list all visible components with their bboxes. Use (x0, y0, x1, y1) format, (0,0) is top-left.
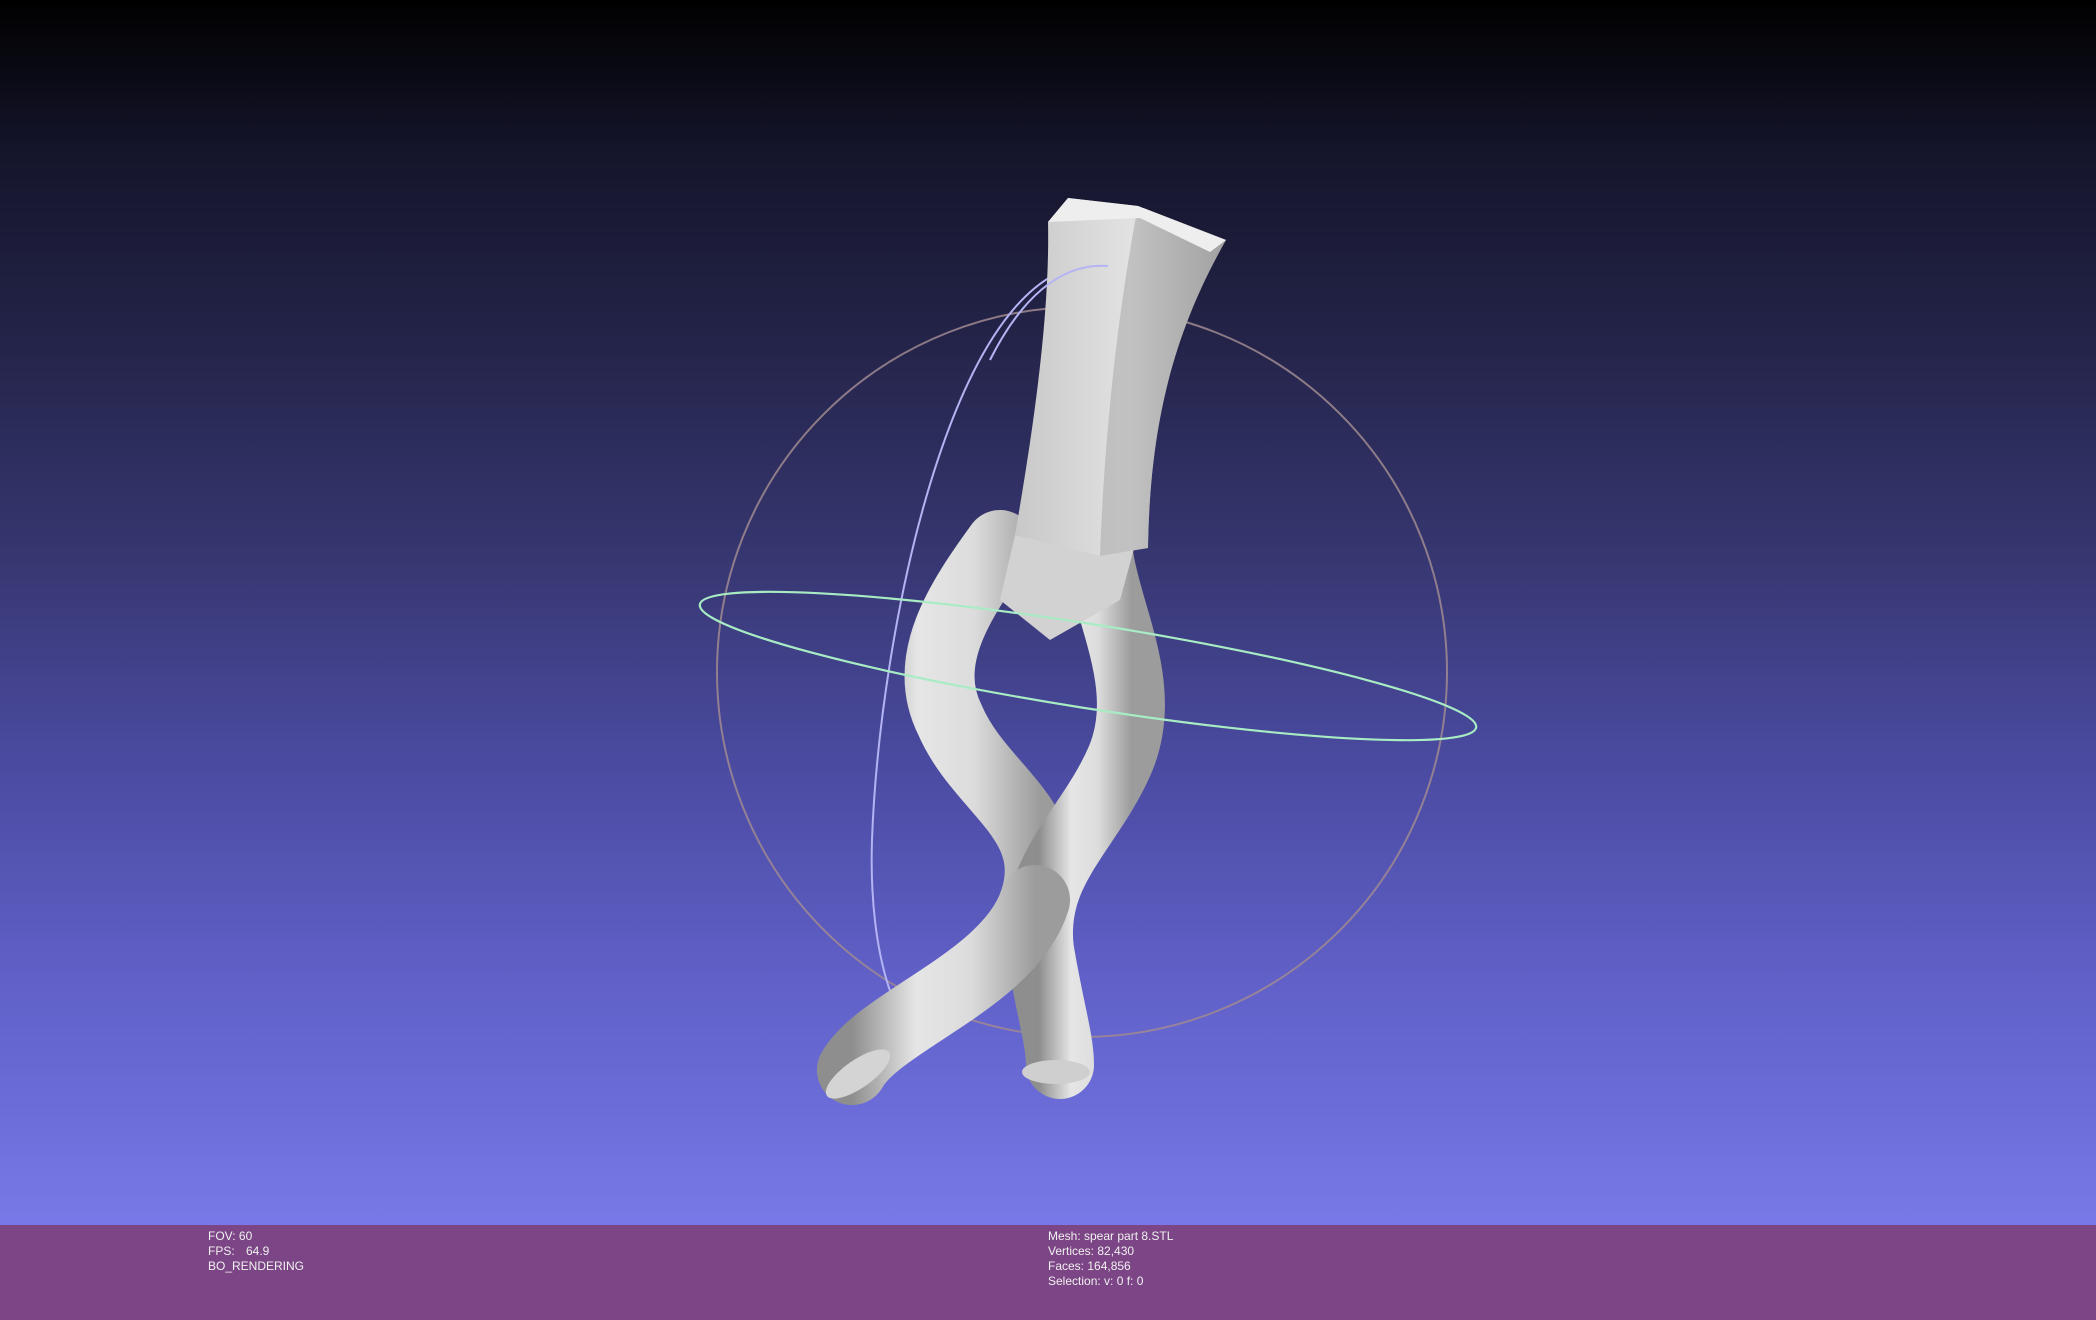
vertex-count: Vertices: 82,430 (1048, 1244, 1135, 1258)
mesh-tube-end-right (1022, 1060, 1090, 1084)
3d-viewport[interactable] (0, 0, 2096, 1225)
fps-value: 64.9 (246, 1244, 270, 1258)
fps-label: FPS: (208, 1244, 235, 1258)
selection-info: Selection: v: 0 f: 0 (1048, 1274, 1144, 1288)
mesh-scene[interactable] (0, 0, 2096, 1225)
mesh-name: Mesh: spear part 8.STL (1048, 1229, 1174, 1243)
fov-line: FOV: 60 (208, 1229, 304, 1244)
mesh-stats: Mesh: spear part 8.STL Vertices: 82,430 … (1048, 1229, 1173, 1289)
mesh-left-tube-front (817, 865, 1070, 1105)
fov-label: FOV: (208, 1229, 236, 1243)
fps-line: FPS: 64.9 (208, 1244, 304, 1259)
render-stats: FOV: 60 FPS: 64.9 BO_RENDERING (208, 1229, 304, 1274)
info-bar: FOV: 60 FPS: 64.9 BO_RENDERING Mesh: spea… (0, 1225, 2096, 1320)
face-count: Faces: 164,856 (1048, 1259, 1131, 1273)
fov-value: 60 (238, 1229, 253, 1243)
render-mode: BO_RENDERING (208, 1259, 305, 1273)
